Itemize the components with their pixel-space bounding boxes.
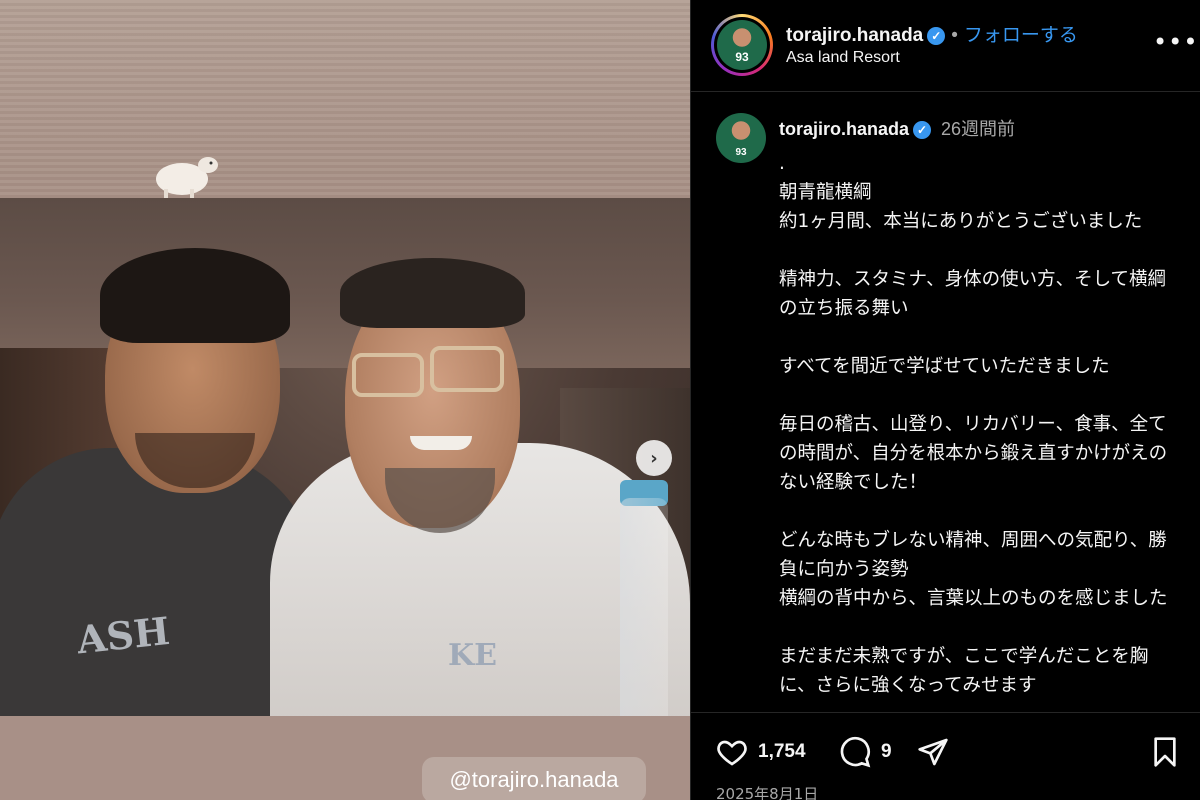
comment-icon xyxy=(840,736,871,768)
share-button[interactable] xyxy=(917,735,949,769)
post-sidebar: 93 torajiro.hanada ✓ • フォローする Asa land Reso… xyxy=(690,0,1200,800)
like-count[interactable]: 1,754 xyxy=(758,741,806,763)
person-right-hair xyxy=(340,258,525,328)
caption-time-ago[interactable]: 26週間前 xyxy=(941,119,1015,139)
save-button[interactable] xyxy=(1149,735,1181,769)
chevron-right-icon: › xyxy=(650,447,658,469)
more-options-icon[interactable]: ••• xyxy=(1153,28,1198,56)
bookmark-icon xyxy=(1154,737,1176,767)
caption-user-line: torajiro.hanada ✓ 26週間前 xyxy=(779,115,1015,141)
person-left-hair xyxy=(100,248,290,343)
action-bar: 1,754 9 2025年8月1日 xyxy=(691,712,1200,800)
background-stripes xyxy=(0,0,690,200)
post-header: 93 torajiro.hanada ✓ • フォローする Asa land Reso… xyxy=(691,0,1200,92)
comment-count: 9 xyxy=(881,741,892,762)
heart-icon xyxy=(717,740,747,766)
next-slide-button[interactable]: › xyxy=(636,440,672,476)
smile xyxy=(410,436,472,450)
header-username[interactable]: torajiro.hanada xyxy=(786,25,923,46)
glasses-left-lens xyxy=(352,353,424,397)
sheep-sticker xyxy=(156,157,218,203)
shirt-print-right: KE xyxy=(448,638,497,673)
caption-username[interactable]: torajiro.hanada xyxy=(779,119,909,139)
share-icon xyxy=(918,738,948,766)
caption-text: . 朝青龍横綱 約1ヶ月間、本当にありがとうございました 精神力、スタミナ、身体… xyxy=(779,153,1168,696)
shirt-print-left: ASH xyxy=(74,608,172,663)
avatar-story-ring[interactable]: 93 xyxy=(711,14,773,76)
water-bottle xyxy=(620,498,668,718)
separator-dot: • xyxy=(951,25,958,46)
photo: ASH KE xyxy=(0,198,690,718)
avatar: 93 xyxy=(717,20,767,70)
post-date[interactable]: 2025年8月1日 xyxy=(716,783,818,800)
header-user-line: torajiro.hanada ✓ • フォローする xyxy=(786,20,1078,47)
comment-button[interactable]: 9 xyxy=(839,735,892,769)
caption-verified-badge-icon: ✓ xyxy=(913,121,932,139)
verified-badge-icon: ✓ xyxy=(927,27,946,45)
caption-avatar[interactable]: 93 xyxy=(716,113,766,163)
post-media[interactable]: ASH KE › @torajiro.hanada xyxy=(0,0,690,800)
location-link[interactable]: Asa land Resort xyxy=(786,49,900,67)
follow-button[interactable]: フォローする xyxy=(964,25,1078,46)
caption-avatar-jersey-number: 93 xyxy=(735,147,747,158)
caption-section[interactable]: 93 torajiro.hanada ✓ 26週間前 . 朝青龍横綱 約1ヶ月間、本… xyxy=(691,93,1200,710)
glasses-right-lens xyxy=(430,346,504,392)
avatar-jersey-number: 93 xyxy=(735,50,749,64)
watermark-username: @torajiro.hanada xyxy=(422,757,646,800)
like-button[interactable]: 1,754 xyxy=(716,735,806,769)
